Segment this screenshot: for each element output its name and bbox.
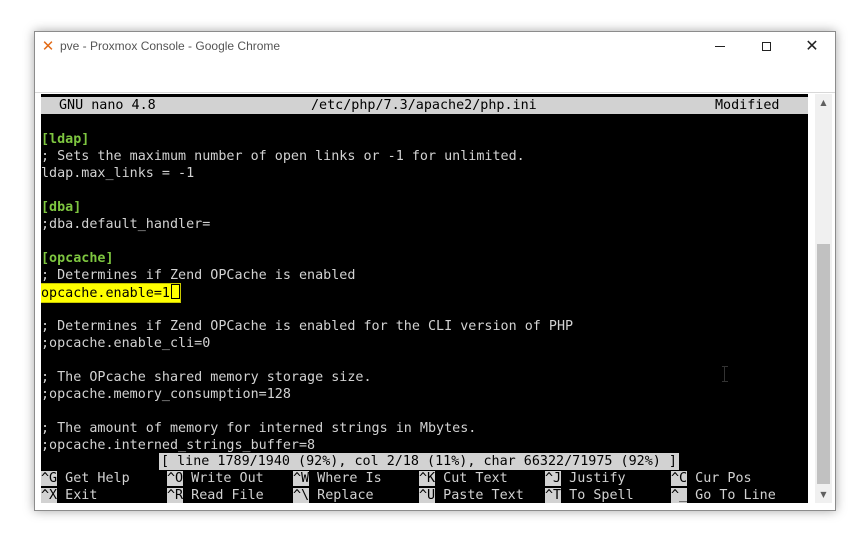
shortcut-row: ^G Get Help ^O Write Out ^W Where Is ^K Cut… [41, 470, 808, 487]
shortcut-key: ^U [419, 488, 436, 503]
window-title: pve - Proxmox Console - Google Chrome [60, 39, 281, 53]
scroll-up-arrow-icon[interactable]: ▲ [815, 94, 832, 111]
shortcut-row: ^X Exit ^R Read File ^\ Replace ^U Paste Te… [41, 487, 808, 503]
scrollbar-thumb[interactable] [817, 244, 830, 484]
setting-text: opcache.enable=1 [41, 286, 170, 301]
modified-indicator: Modified [715, 98, 780, 113]
shortcut-label: Go To Line [687, 488, 776, 503]
highlighted-line: opcache.enable=1 [41, 283, 808, 303]
shortcut-label: To Spell [561, 488, 634, 503]
shortcut-label: Write Out [183, 471, 264, 486]
title-bar[interactable]: ✕ pve - Proxmox Console - Google Chrome … [35, 32, 835, 60]
browser-window: ✕ pve - Proxmox Console - Google Chrome … [34, 31, 836, 511]
comment-line: ;dba.default_handler= [41, 217, 211, 232]
shortcut-key: ^T [545, 488, 562, 503]
shortcut-label: Replace [309, 488, 374, 503]
shortcut-key: ^O [167, 471, 184, 486]
ini-section-header: [ldap] [41, 131, 808, 148]
config-line: ldap.max_links = -1 [41, 166, 195, 181]
comment-line: ;opcache.interned_strings_buffer=8 [41, 438, 316, 453]
status-line: [ line 1789/1940 (92%), col 2/18 (11%), … [41, 453, 808, 470]
shortcut-label: Cut Text [435, 471, 508, 486]
shortcut-paste-text: ^U Paste Text [419, 487, 524, 503]
proxmox-x-icon: ✕ [41, 37, 55, 55]
file-path: /etc/php/7.3/apache2/php.ini [311, 98, 537, 113]
scroll-down-arrow-icon[interactable]: ▼ [815, 486, 832, 503]
minimize-icon [715, 45, 725, 47]
cursor-position-status: [ line 1789/1940 (92%), col 2/18 (11%), … [159, 453, 679, 470]
maximize-button[interactable] [743, 32, 789, 60]
shortcut-key: ^C [671, 471, 688, 486]
comment-line: ; The amount of memory for interned stri… [41, 421, 477, 436]
shortcut-read-file: ^R Read File [167, 487, 264, 503]
shortcut-label: Get Help [57, 471, 130, 486]
shortcut-go-to-line: ^_ Go To Line [671, 487, 776, 503]
shortcut-label: Where Is [309, 471, 382, 486]
ini-section-header: [opcache] [41, 250, 808, 267]
comment-line: ; The OPcache shared memory storage size… [41, 370, 372, 385]
shortcut-label: Exit [57, 488, 98, 503]
nano-terminal[interactable]: GNU nano 4.8 /etc/php/7.3/apache2/php.in… [41, 94, 808, 503]
close-icon: ✕ [805, 36, 819, 55]
ini-section-header: [dba] [41, 199, 808, 216]
shortcut-write-out: ^O Write Out [167, 470, 264, 487]
comment-line: ;opcache.enable_cli=0 [41, 336, 211, 351]
shortcut-label: Read File [183, 488, 264, 503]
shortcut-label: Cur Pos [687, 471, 752, 486]
shortcut-cut-text: ^K Cut Text [419, 470, 508, 487]
comment-line: ;opcache.memory_consumption=128 [41, 387, 291, 402]
nano-version: GNU nano 4.8 [59, 98, 156, 113]
comment-line: ; Determines if Zend OPCache is enabled [41, 268, 356, 283]
section-name: [dba] [41, 200, 82, 215]
shortcut-justify: ^J Justify [545, 470, 626, 487]
shortcut-key: ^_ [671, 488, 688, 503]
shortcut-key: ^R [167, 488, 184, 503]
shortcut-key: ^W [293, 471, 310, 486]
shortcut-label: Justify [561, 471, 626, 486]
shortcut-key: ^G [41, 471, 58, 486]
shortcut-label: Paste Text [435, 488, 524, 503]
shortcut-cur-pos: ^C Cur Pos [671, 470, 752, 487]
shortcut-get-help: ^G Get Help [41, 470, 130, 487]
shortcut-replace: ^\ Replace [293, 487, 374, 503]
comment-line: ; Determines if Zend OPCache is enabled … [41, 319, 574, 334]
shortcut-to-spell: ^T To Spell [545, 487, 634, 503]
minimize-button[interactable] [697, 32, 743, 60]
vertical-scrollbar[interactable]: ▲ ▼ [815, 94, 832, 503]
maximize-icon [761, 41, 771, 51]
text-cursor-icon [722, 366, 728, 382]
shortcut-key: ^K [419, 471, 436, 486]
text-cursor [171, 284, 180, 299]
shortcut-key: ^\ [293, 488, 310, 503]
shortcut-where-is: ^W Where Is [293, 470, 382, 487]
shortcut-exit: ^X Exit [41, 487, 97, 503]
address-bar-area[interactable] [35, 60, 835, 93]
comment-line: ; Sets the maximum number of open links … [41, 149, 525, 164]
shortcut-key: ^X [41, 488, 58, 503]
shortcut-key: ^J [545, 471, 562, 486]
section-name: [ldap] [41, 132, 90, 147]
close-button[interactable]: ✕ [789, 32, 835, 60]
section-name: [opcache] [41, 251, 114, 266]
nano-header: GNU nano 4.8 /etc/php/7.3/apache2/php.in… [41, 97, 808, 114]
highlighted-setting: opcache.enable=1 [41, 283, 181, 303]
